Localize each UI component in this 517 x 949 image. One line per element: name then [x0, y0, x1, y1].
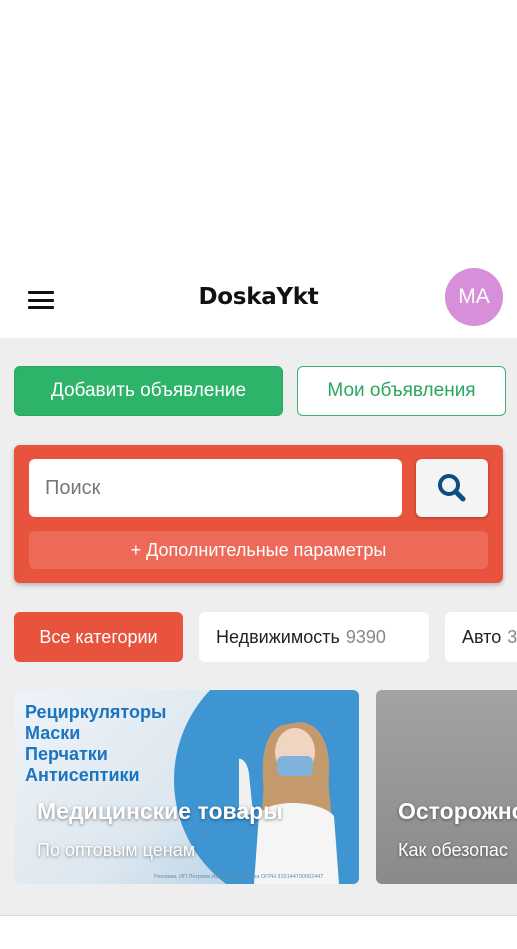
main-content: Добавить объявление Мои объявления + Доп…	[0, 338, 517, 915]
banner-product-list: Рециркуляторы Маски Перчатки Антисептики	[25, 702, 166, 786]
banner-product-item: Перчатки	[25, 744, 108, 764]
banner-product-item: Маски	[25, 723, 81, 743]
banner-subtitle: По оптовым ценам	[37, 840, 196, 860]
app-logo[interactable]: DoskaYkt	[0, 284, 517, 310]
banner-product-item: Рециркуляторы	[25, 702, 167, 722]
search-input[interactable]	[29, 459, 402, 517]
search-icon	[438, 474, 466, 502]
banner-product-item: Антисептики	[25, 765, 140, 785]
banner-title: Осторожно	[398, 798, 517, 824]
category-label: Авто	[462, 626, 502, 647]
search-panel: + Дополнительные параметры	[14, 445, 503, 583]
banner-subtitle: Как обезопас	[398, 840, 508, 860]
category-chip-auto[interactable]: Авто 3	[445, 612, 517, 662]
divider	[0, 915, 517, 916]
advanced-search-button[interactable]: + Дополнительные параметры	[29, 531, 488, 569]
category-label: Недвижимость	[216, 626, 340, 647]
category-count: 3	[507, 626, 517, 647]
category-count: 9390	[345, 626, 386, 647]
category-chip-realty[interactable]: Недвижимость 9390	[199, 612, 429, 662]
category-chip-all[interactable]: Все категории	[14, 612, 183, 662]
search-button[interactable]	[416, 459, 488, 517]
banner-title: Медицинские товары	[37, 798, 283, 824]
promo-banner-warning[interactable]: Осторожно Как обезопас	[376, 690, 517, 884]
my-listings-button[interactable]: Мои объявления	[297, 366, 506, 416]
category-label: Все категории	[39, 626, 158, 647]
banner-person-illustration	[239, 722, 339, 884]
promo-banner-medical[interactable]: Рециркуляторы Маски Перчатки Антисептики…	[14, 690, 359, 884]
add-listing-button[interactable]: Добавить объявление	[14, 366, 283, 416]
banner-legal-text: Реклама, ИП Петрова Ирина Алексеевна ОГР…	[154, 874, 324, 880]
avatar[interactable]: MA	[445, 268, 503, 326]
app-header: DoskaYkt MA	[0, 262, 517, 338]
